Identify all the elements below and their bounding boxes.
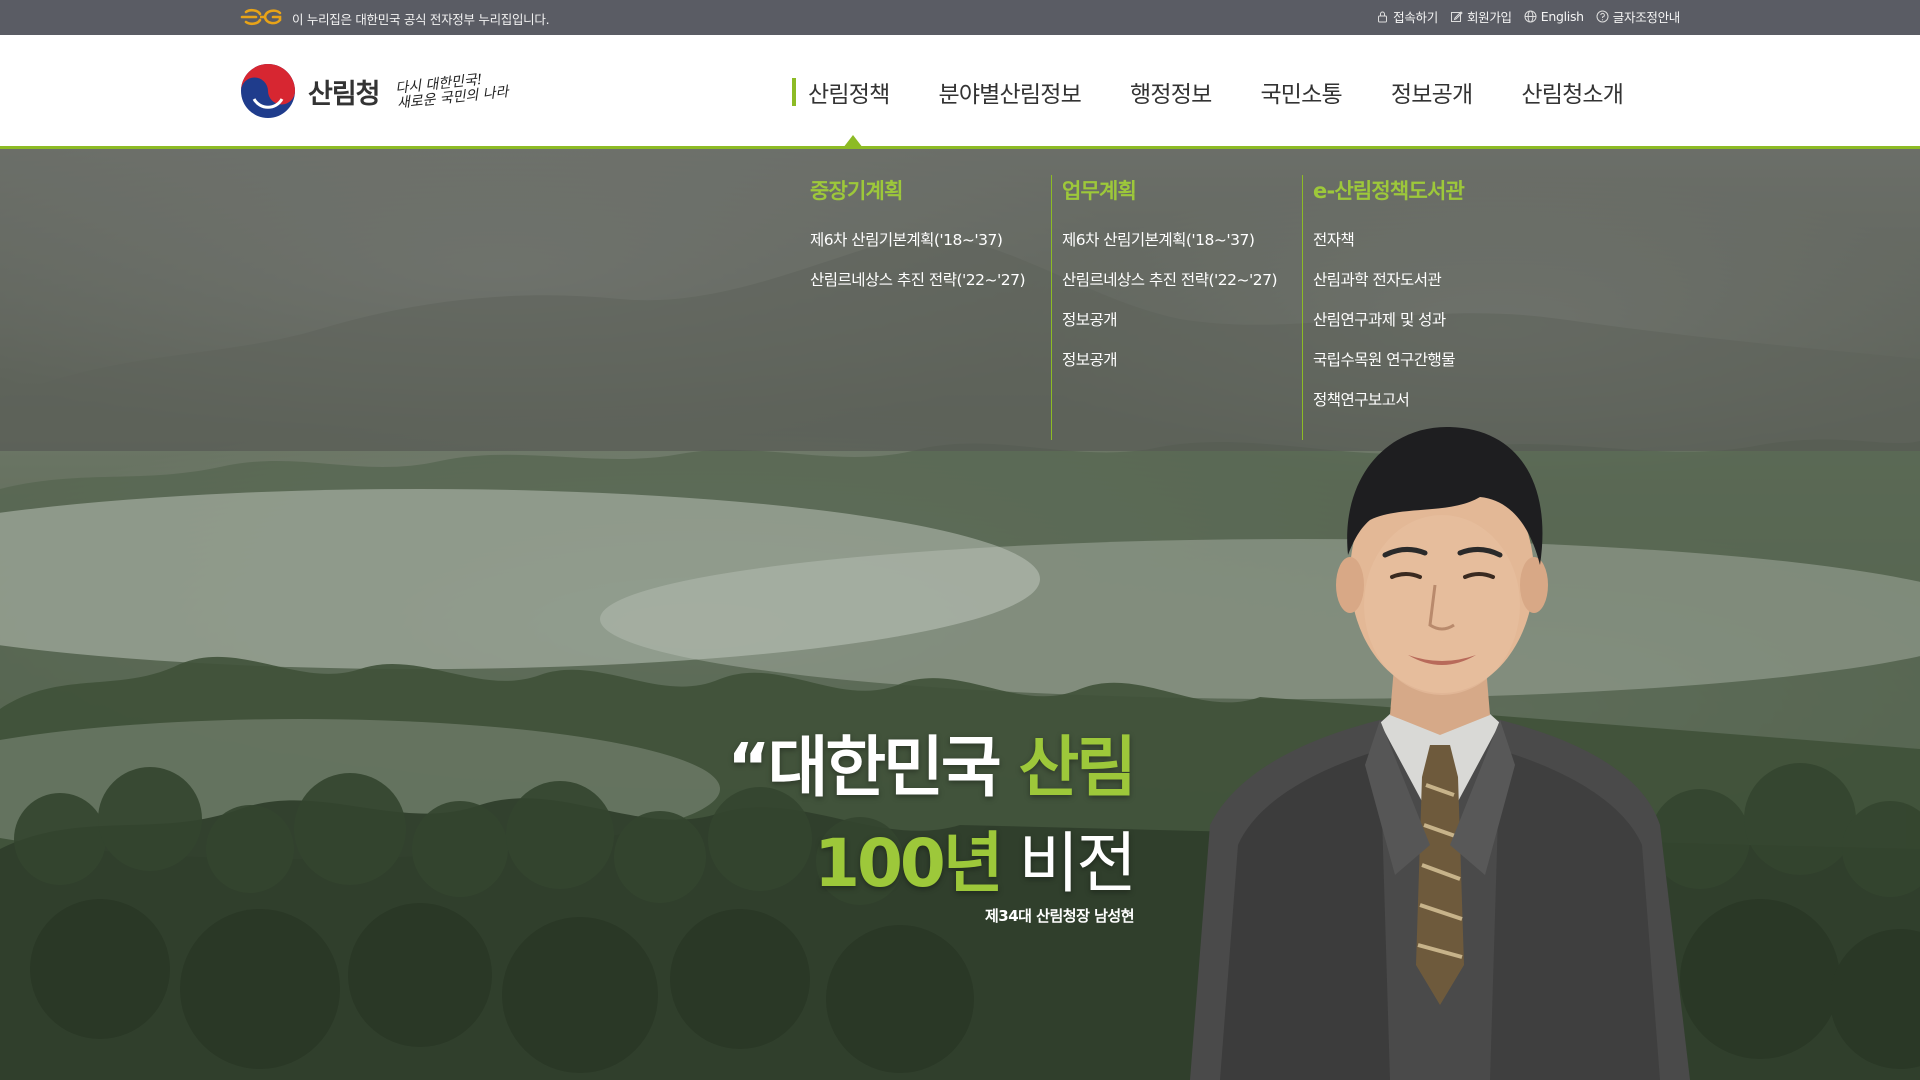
nav-administrative-info[interactable]: 행정정보 bbox=[1130, 75, 1212, 109]
font-size-guide-label: 글자조정안내 bbox=[1612, 10, 1681, 25]
top-utility-bar: 이 누리집은 대한민국 공식 전자정부 누리집입니다. 접속하기 회원가입 En… bbox=[0, 0, 1920, 35]
headline-line-1: “대한민국 산림 bbox=[727, 720, 1137, 816]
logo-text: 산림청 bbox=[308, 78, 381, 110]
nav-public-communication[interactable]: 국민소통 bbox=[1260, 75, 1342, 109]
active-menu-caret-icon bbox=[843, 135, 863, 148]
submenu-midlong-term-plan: 중장기계획 제6차 산림기본계획('18~'37) 산림르네상스 추진 전략('… bbox=[810, 175, 1026, 440]
login-link[interactable]: 접속하기 bbox=[1376, 7, 1438, 26]
utility-links: 접속하기 회원가입 English 글자조정안내 bbox=[1376, 7, 1680, 26]
help-icon bbox=[1596, 10, 1609, 23]
nav-information-disclosure[interactable]: 정보공개 bbox=[1391, 75, 1473, 109]
login-label: 접속하기 bbox=[1393, 10, 1438, 25]
english-link[interactable]: English bbox=[1524, 9, 1584, 24]
korea-forest-service-logo[interactable]: 산림청 다시 대한민국! 새로운 국민의 나라 bbox=[240, 63, 509, 119]
headline-forest: 산림 bbox=[1018, 729, 1137, 806]
submenu-link[interactable]: 정보공개 bbox=[1062, 340, 1277, 380]
submenu-link[interactable]: 제6차 산림기본계획('18~'37) bbox=[810, 220, 1025, 260]
slogan: 다시 대한민국! 새로운 국민의 나라 bbox=[394, 70, 509, 112]
nav-forest-policy[interactable]: 산림정책 bbox=[792, 75, 890, 109]
signup-label: 회원가입 bbox=[1466, 10, 1512, 25]
gov-notice-text: 이 누리집은 대한민국 공식 전자정부 누리집입니다. bbox=[292, 12, 550, 27]
quote-mark: “ bbox=[727, 729, 770, 806]
lock-icon bbox=[1378, 11, 1388, 23]
submenu-link[interactable]: 산림과학 전자도서관 bbox=[1313, 260, 1464, 300]
headline-korea: 대한민국 bbox=[767, 729, 1019, 806]
submenu-title[interactable]: e-산림정책도서관 bbox=[1313, 175, 1465, 205]
submenu-e-policy-library: e-산림정책도서관 전자책 산림과학 전자도서관 산림연구과제 및 성과 국립수… bbox=[1302, 175, 1465, 440]
hero-headline: “대한민국 산림 100년 비전 bbox=[727, 720, 1137, 912]
commissioner-portrait bbox=[1190, 426, 1690, 1080]
e-government-logo bbox=[240, 8, 282, 26]
submenu-link[interactable]: 산림르네상스 추진 전략('22~'27) bbox=[1062, 260, 1278, 300]
submenu-title[interactable]: 중장기계획 bbox=[810, 175, 1025, 205]
nav-forest-info-by-field[interactable]: 분야별산림정보 bbox=[938, 75, 1081, 109]
headline-100-years: 100년 bbox=[814, 825, 1003, 902]
submenu-link[interactable]: 전자책 bbox=[1313, 220, 1464, 260]
font-size-guide-link[interactable]: 글자조정안내 bbox=[1596, 7, 1680, 26]
submenu-title[interactable]: 업무계획 bbox=[1062, 175, 1277, 205]
submenu-link[interactable]: 산림연구과제 및 성과 bbox=[1313, 300, 1464, 340]
submenu-link[interactable]: 국립수목원 연구간행물 bbox=[1313, 340, 1464, 380]
headline-line-2: 100년 비전 bbox=[727, 816, 1137, 912]
edit-icon bbox=[1450, 11, 1463, 22]
english-label: English bbox=[1540, 9, 1584, 24]
submenu-link[interactable]: 산림르네상스 추진 전략('22~'27) bbox=[810, 260, 1026, 300]
taegeuk-emblem-icon bbox=[241, 64, 295, 118]
submenu-link[interactable]: 제6차 산림기본계획('18~'37) bbox=[1062, 220, 1277, 260]
site-header: 산림청 다시 대한민국! 새로운 국민의 나라 산림정책 분야별산림정보 행정정… bbox=[0, 35, 1920, 149]
hero-subtitle: 제34대 산림청장 남성현 bbox=[984, 907, 1135, 925]
nav-about-agency[interactable]: 산림청소개 bbox=[1521, 75, 1624, 109]
signup-link[interactable]: 회원가입 bbox=[1450, 7, 1512, 26]
headline-vision: 비전 bbox=[1000, 825, 1137, 902]
globe-icon bbox=[1524, 10, 1537, 23]
submenu-work-plan: 업무계획 제6차 산림기본계획('18~'37) 산림르네상스 추진 전략('2… bbox=[1051, 175, 1278, 440]
submenu-link[interactable]: 정보공개 bbox=[1062, 300, 1277, 340]
main-navigation: 산림정책 분야별산림정보 행정정보 국민소통 정보공개 산림청소개 bbox=[792, 75, 1624, 109]
